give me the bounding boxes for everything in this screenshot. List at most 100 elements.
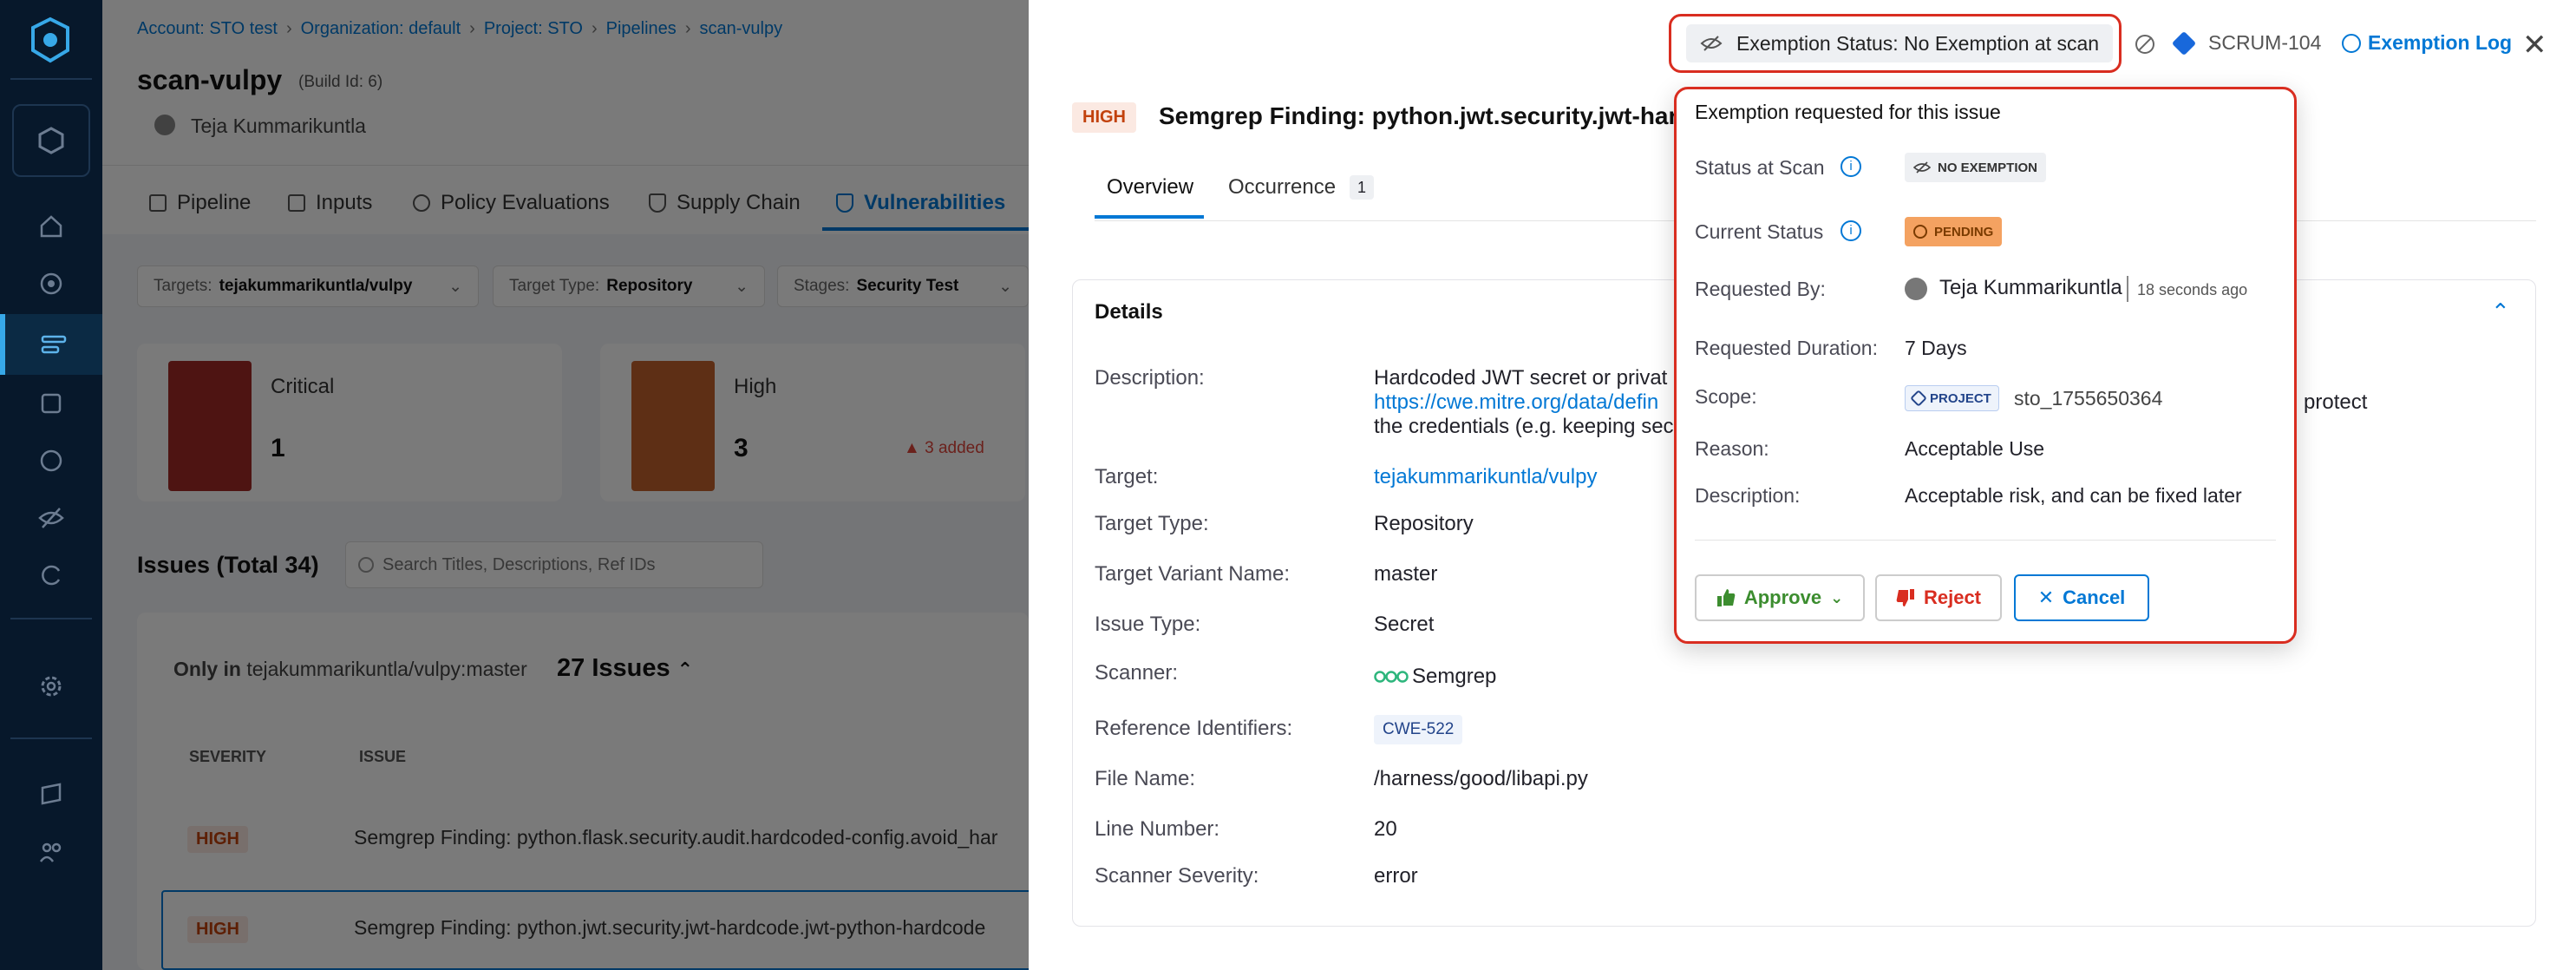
- scanner-name: Semgrep: [1412, 665, 1497, 688]
- separator: [2127, 276, 2128, 302]
- breadcrumb-pipeline[interactable]: scan-vulpy: [699, 19, 782, 39]
- requested-by-value: Teja Kummarikuntla: [1939, 276, 2122, 299]
- exemption-status-text: Exemption Status: No Exemption at scan: [1736, 31, 2100, 55]
- description-value: Acceptable risk, and can be fixed later: [1905, 484, 2242, 507]
- tab-overview[interactable]: Overview: [1107, 175, 1193, 200]
- nav-exemptions-icon[interactable]: [0, 488, 102, 548]
- severity-badge: HIGH: [1072, 102, 1136, 133]
- avatar: [1905, 278, 1927, 300]
- eye-off-icon: [1913, 161, 1931, 174]
- info-icon[interactable]: i: [1840, 220, 1861, 241]
- nav-security-tests-icon[interactable]: [0, 314, 102, 375]
- targets-filter[interactable]: Targets: tejakummarikuntla/vulpy ⌄: [137, 265, 479, 307]
- approve-label: Approve: [1743, 587, 1822, 608]
- stages-filter[interactable]: Stages: Security Test ⌄: [777, 265, 1029, 307]
- current-status-label: Current Status: [1695, 220, 1824, 243]
- delta-text: 3 added: [925, 439, 984, 457]
- duration-value: 7 Days: [1905, 337, 1967, 359]
- breadcrumb-account[interactable]: Account: STO test: [137, 19, 278, 39]
- filter-value: Security Test: [856, 277, 959, 295]
- badge-text: NO EXEMPTION: [1938, 160, 2038, 175]
- field-label: Target:: [1095, 465, 1159, 488]
- nav-cost-icon[interactable]: [0, 430, 102, 491]
- field-value: error: [1374, 864, 1418, 888]
- status-at-scan-badge: NO EXEMPTION: [1905, 153, 2047, 182]
- active-tab-indicator: [1095, 215, 1204, 219]
- breadcrumb-organization[interactable]: Organization: default: [301, 19, 461, 39]
- severity-badge: HIGH: [187, 826, 248, 853]
- search-input[interactable]: [382, 554, 747, 575]
- filter-key: Targets:: [154, 277, 212, 295]
- chevron-up-icon[interactable]: ⌃: [2491, 298, 2510, 325]
- filter-key: Stages:: [794, 277, 850, 295]
- tab-label: Supply Chain: [677, 191, 801, 214]
- nav-users-icon[interactable]: [0, 823, 102, 883]
- page-title: scan-vulpy: [137, 64, 283, 95]
- chevron-down-icon: ⌄: [998, 277, 1012, 296]
- nav-home-icon[interactable]: [0, 196, 102, 257]
- col-issue: ISSUE: [359, 748, 407, 765]
- severity-delta: ▲ 3 added: [904, 439, 984, 457]
- tab-label: Vulnerabilities: [864, 191, 1006, 214]
- field-label: Scanner Severity:: [1095, 864, 1259, 888]
- avatar: [154, 115, 175, 135]
- nav-builds-icon[interactable]: [0, 373, 102, 434]
- reason-value: Acceptable Use: [1905, 437, 2045, 460]
- close-icon[interactable]: ✕: [2522, 28, 2547, 62]
- nav-chaos-icon[interactable]: [0, 545, 102, 606]
- reject-button[interactable]: Reject: [1875, 574, 2002, 621]
- nav-deployments-icon[interactable]: [0, 253, 102, 314]
- tab-policy-evaluations[interactable]: Policy Evaluations: [413, 182, 610, 224]
- project-icon: [1910, 390, 1927, 407]
- severity-card-high[interactable]: High 3 ▲ 3 added: [600, 344, 1025, 501]
- nav-divider: [10, 618, 92, 619]
- tab-inputs[interactable]: Inputs: [288, 182, 372, 224]
- harness-logo-icon[interactable]: [26, 16, 75, 64]
- tab-vulnerabilities[interactable]: Vulnerabilities: [836, 182, 1005, 224]
- pipeline-execution-page: Account: STO test › Organization: default…: [102, 0, 1029, 970]
- nav-docs-icon[interactable]: [0, 764, 102, 824]
- policy-icon: [413, 194, 430, 212]
- current-status-badge: PENDING: [1905, 217, 2003, 246]
- jira-ticket-link[interactable]: SCRUM-104: [2208, 31, 2321, 55]
- active-tab-indicator: [822, 227, 1029, 231]
- target-type-filter[interactable]: Target Type: Repository ⌄: [493, 265, 765, 307]
- scope-label: Scope:: [1695, 385, 1757, 408]
- exemption-status-button[interactable]: Exemption Status: No Exemption at scan: [1686, 24, 2113, 62]
- breadcrumb-project[interactable]: Project: STO: [484, 19, 583, 39]
- field-label: Issue Type:: [1095, 613, 1201, 636]
- block-icon[interactable]: [2135, 35, 2154, 54]
- cancel-button[interactable]: ✕ Cancel: [2014, 574, 2149, 621]
- occurrence-count: 1: [1350, 175, 1374, 200]
- tab-supply-chain[interactable]: Supply Chain: [649, 182, 801, 224]
- field-label: Line Number:: [1095, 817, 1220, 841]
- popover-title: Exemption requested for this issue: [1695, 101, 2001, 123]
- description-link[interactable]: https://cwe.mitre.org/data/defin: [1374, 390, 1658, 415]
- info-icon[interactable]: i: [1840, 156, 1861, 177]
- nav-divider: [10, 737, 92, 739]
- field-value: Repository: [1374, 512, 1474, 535]
- severity-card-critical[interactable]: Critical 1: [137, 344, 562, 501]
- approve-button[interactable]: Approve ⌄: [1695, 574, 1865, 621]
- cancel-label: Cancel: [2063, 587, 2126, 608]
- tab-label: Pipeline: [177, 191, 252, 214]
- issues-search[interactable]: [345, 541, 763, 588]
- tab-occurrence[interactable]: Occurrence: [1228, 175, 1336, 200]
- module-switcher-icon[interactable]: [12, 104, 90, 177]
- target-link[interactable]: tejakummarikuntla/vulpy: [1374, 465, 1597, 489]
- inputs-icon: [288, 194, 305, 212]
- field-value: Secret: [1374, 613, 1435, 636]
- build-id: (Build Id: 6): [298, 73, 383, 91]
- group-count[interactable]: 27 Issues ⌃: [557, 654, 693, 683]
- issue-title: Semgrep Finding: python.jwt.security.jwt…: [1159, 102, 1722, 129]
- exemption-log-link[interactable]: Exemption Log: [2342, 31, 2512, 55]
- field-label: Target Variant Name:: [1095, 562, 1290, 586]
- eye-off-icon: [1700, 36, 1723, 51]
- scope-value: sto_1755650364: [2014, 387, 2163, 410]
- nav-settings-icon[interactable]: [0, 656, 102, 717]
- triggered-by-user: Teja Kummarikuntla: [191, 115, 366, 137]
- pipeline-icon: [149, 194, 167, 212]
- tab-pipeline[interactable]: Pipeline: [149, 182, 251, 224]
- breadcrumb-pipelines[interactable]: Pipelines: [606, 19, 677, 39]
- field-label: Target Type:: [1095, 512, 1209, 535]
